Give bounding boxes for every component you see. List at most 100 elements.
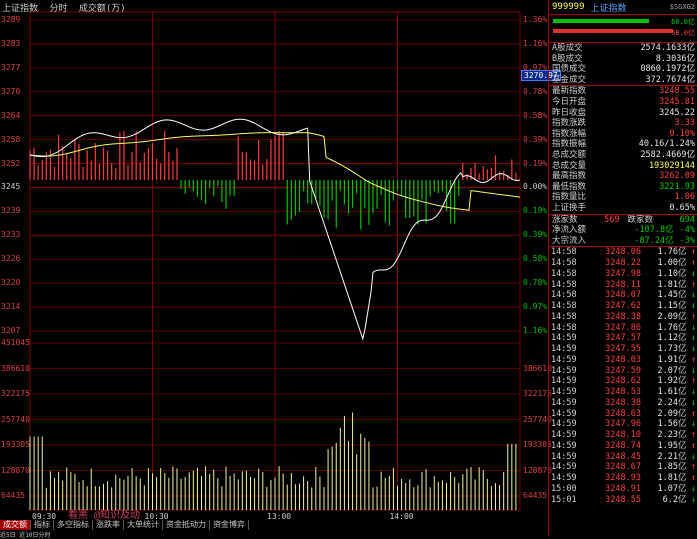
tick-price: 3248.10 [605,430,641,441]
tick-row: 14:58 3247.86 1.76 亿 ↓ [549,323,697,334]
tick-price: 3248.38 [605,311,641,322]
flow-percent: -3% [679,235,695,246]
indicator-tab[interactable]: 涨跌率 [93,520,124,530]
stat-row: 今日开盘 3245.81 [549,97,697,108]
tick-price: 3248.06 [605,247,641,258]
tick-row: 14:59 3248.63 2.09 亿 ↑ [549,409,697,420]
tick-time: 14:58 [551,311,577,322]
tick-arrow: ↑ [690,440,696,451]
stat-value: 3262.09 [659,171,695,182]
tick-time: 14:59 [551,419,577,430]
tick-unit: 亿 [678,279,687,290]
intraday-chart[interactable]: 上证指数 分时 成交额(万) 3270.97 3289 1.36% 3283 1.16… [0,0,561,539]
tick-time: 14:59 [551,397,577,408]
tick-price: 3248.03 [605,354,641,365]
stock-code: 999999 [552,2,585,12]
tick-volume: 1.45 [657,290,678,301]
percent-axis-label: 1.16% [523,38,548,48]
stat-row: 指数量比 1.06 [549,192,697,203]
tick-unit: 亿 [678,387,687,398]
tick-volume: 1.12 [657,333,678,344]
tick-time: 14:59 [551,408,577,419]
stat-value: 2574.1633亿 [640,43,695,53]
down-label: 跌家数 [627,214,654,225]
tick-arrow: ↓ [690,301,696,312]
indicator-tab[interactable]: 多空指标 [54,520,93,530]
up-count: 569 [604,214,620,225]
price-axis-label: 3283 [1,38,21,48]
tick-volume: 1.00 [657,258,678,269]
tick-volume: 1.73 [657,344,678,355]
tick-list[interactable]: 14:58 3248.06 1.76 亿 ↑ 14:58 3248.22 1.00 亿 ↑ 14:5… [549,246,697,505]
tick-price: 3247.96 [605,419,641,430]
stat-value: 3245.81 [659,96,695,107]
index-name: 上证指数 [2,4,39,14]
tick-arrow: ↓ [690,365,696,376]
percent-axis-label: 0.39% [523,134,548,144]
tick-price: 3247.59 [605,365,641,376]
stat-value: 0860.1972亿 [640,64,695,75]
tick-price: 3248.74 [605,440,641,451]
stat-value: 3.33 [674,118,695,129]
tick-arrow: ↑ [690,462,696,473]
price-axis-label: 3207 [1,326,21,335]
tick-unit: 亿 [678,408,687,419]
percent-axis-label: 0.97% [523,302,548,312]
tick-time: 14:59 [551,451,577,462]
indicator-tab[interactable]: 资金抵动力 [163,520,210,530]
tick-time: 14:58 [551,290,577,301]
price-axis-label: 3220 [1,278,21,288]
tick-time: 14:59 [551,344,577,355]
tick-price: 3248.93 [605,473,641,484]
volume-axis-label: 451045 [1,338,30,347]
tick-arrow: ↑ [690,258,696,269]
tick-arrow: ↓ [690,397,696,408]
stat-row: 指数涨幅 0.10% [549,129,697,140]
stat-row: 昨日收盘 3245.22 [549,108,697,119]
tick-unit: 亿 [678,290,687,301]
tick-volume: 2.07 [657,365,678,376]
volume-axis-label: 386610 [1,363,30,373]
stat-value: 3221.93 [659,181,695,192]
stock-name[interactable]: 上证指数 [591,1,627,14]
tick-row: 14:59 3247.59 2.07 亿 ↓ [549,366,697,377]
tick-unit: 亿 [678,365,687,376]
stat-rows: A股成交 2574.1633亿 B股成交 8.3036亿 国债成交 0860.1972亿基… [549,43,697,214]
stat-row: 国债成交 0860.1972亿 [549,64,697,75]
tick-row: 14:59 3248.10 2.23 亿 ↑ [549,430,697,441]
stat-label: 最高指数 [552,171,587,182]
tick-price: 3248.11 [605,279,641,290]
tick-unit: 亿 [678,451,687,462]
tick-unit: 亿 [678,397,687,408]
tick-arrow: ↓ [690,494,696,505]
stat-value: 40.16/1.24% [638,139,695,150]
price-axis-label: 3233 [1,230,21,240]
indicator-tab[interactable]: 指标 [31,520,54,530]
tick-volume: 1.91 [657,354,678,365]
flow-label: 净流入额 [552,225,587,236]
tick-time: 14:59 [551,387,577,398]
tick-arrow: ↑ [690,247,696,258]
tick-price: 3247.62 [605,301,641,312]
price-axis-label: 3264 [1,110,21,120]
percent-axis-label: 0.58% [523,110,548,120]
volume-axis-label: 128870 [1,465,30,475]
tick-volume: 1.56 [657,419,678,430]
flow-row: 净流入额 -107.8亿 -4% [549,225,697,236]
tick-unit: 亿 [678,473,687,484]
flow-label: 大宗流入 [552,235,587,246]
stat-row: 总成交额 2582.4669亿 [549,150,697,161]
stat-value: 3245.22 [659,107,695,118]
indicator-tab[interactable]: 大单统计 [124,520,163,530]
tick-row: 14:59 3247.57 1.12 亿 ↓ [549,333,697,344]
tick-volume: 1.61 [657,387,678,398]
period-switch[interactable]: 近5日 近10日分时 [0,530,548,539]
indicator-tab[interactable]: 成交额 [0,520,31,530]
indicator-tab[interactable]: 资金博弈 [210,520,249,530]
tick-arrow: ↑ [690,279,696,290]
tick-unit: 亿 [678,344,687,355]
flow-percent: -4% [679,225,695,236]
stat-label: 上证换手 [552,202,587,213]
tick-unit: 亿 [678,430,687,441]
tick-row: 14:59 3248.67 1.85 亿 ↑ [549,462,697,473]
